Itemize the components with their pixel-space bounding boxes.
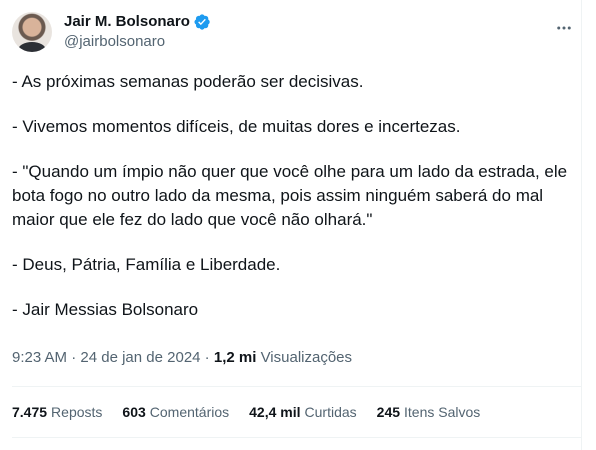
meta-separator: · [67,349,81,366]
saves-stat[interactable]: 245 Itens Salvos [377,402,481,422]
author-handle[interactable]: @jairbolsonaro [64,32,211,52]
author-names: Jair M. Bolsonaro @jairbolsonaro [64,12,211,52]
ellipsis-icon [557,26,571,30]
tweet-paragraph: - Deus, Pátria, Família e Liberdade. [12,255,281,274]
views-count: 1,2 mi [213,349,257,366]
tweet-paragraph: - Jair Messias Bolsonaro [12,300,199,319]
reposts-count: 7.475 [12,404,48,420]
tweet-paragraph: - Vivemos momentos difíceis, de muitas d… [12,117,461,136]
tweet-time[interactable]: 9:23 AM [12,349,67,366]
engagement-stats: 7.475 Reposts 603 Comentários 42,4 mil Curt… [12,402,500,422]
divider [12,437,582,438]
more-options-button[interactable] [549,18,579,38]
likes-label: Curtidas [304,404,357,420]
tweet-meta: 9:23 AM · 24 de jan de 2024 · 1,2 mi Vis… [12,348,352,368]
saves-count: 245 [376,404,401,420]
saves-label: Itens Salvos [404,404,481,420]
divider [12,386,582,387]
tweet-card: Jair M. Bolsonaro @jairbolsonaro - As pr… [0,0,582,450]
author-display-name[interactable]: Jair M. Bolsonaro [64,12,190,32]
reposts-stat[interactable]: 7.475 Reposts [12,402,102,422]
tweet-header: Jair M. Bolsonaro @jairbolsonaro [12,12,211,52]
tweet-paragraph: - As próximas semanas poderão ser decisi… [12,72,364,91]
tweet-paragraph: - "Quando um ímpio não quer que você olh… [12,162,568,229]
comments-stat[interactable]: 603 Comentários [122,402,229,422]
name-row: Jair M. Bolsonaro [64,12,211,32]
likes-stat[interactable]: 42,4 mil Curtidas [249,402,357,422]
tweet-date[interactable]: 24 de jan de 2024 [80,349,200,366]
reposts-label: Reposts [51,404,103,420]
avatar[interactable] [12,12,52,52]
meta-separator: · [200,349,214,366]
likes-count: 42,4 mil [249,404,301,420]
comments-count: 603 [122,404,146,420]
comments-label: Comentários [149,404,230,420]
tweet-text: - As próximas semanas poderão ser decisi… [12,70,572,322]
views-label: Visualizações [260,349,353,366]
verified-badge-icon[interactable] [193,13,211,31]
